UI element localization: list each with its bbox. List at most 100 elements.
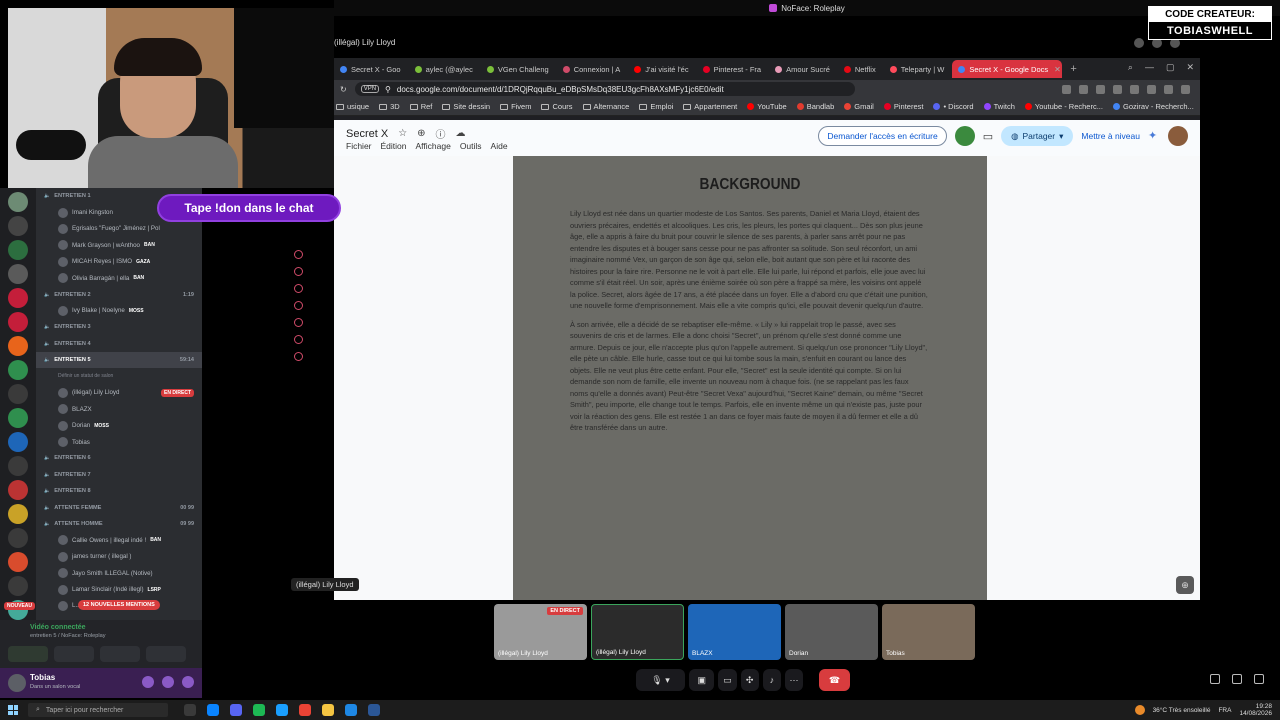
bookmark-item[interactable]: Cours — [541, 102, 573, 111]
extension-icon[interactable] — [1096, 84, 1105, 94]
video-tile[interactable]: Dorian — [785, 604, 878, 660]
menu-icon[interactable] — [1181, 84, 1190, 94]
new-tab-button[interactable]: + — [1064, 63, 1082, 75]
voice-channel[interactable]: 🔈 ENTRETIEN 8 — [36, 483, 202, 499]
account-avatar[interactable] — [1168, 126, 1188, 146]
cloud-icon[interactable]: ☁ — [456, 128, 466, 139]
task-view-icon[interactable] — [184, 704, 196, 716]
mentions-pill[interactable]: 12 NOUVELLES MENTIONS — [78, 600, 160, 610]
video-tile[interactable]: (illégal) Lily Lloyd — [591, 604, 684, 660]
server-icon[interactable] — [8, 336, 28, 356]
server-icon[interactable] — [8, 288, 28, 308]
server-icon[interactable] — [8, 408, 28, 428]
docs-menu-item[interactable]: Édition — [381, 141, 407, 151]
docs-menu-item[interactable]: Fichier — [346, 141, 372, 151]
close-button[interactable]: ✕ — [1186, 62, 1194, 73]
browser-tab[interactable]: Teleparty | W — [884, 60, 951, 78]
bookmark-item[interactable]: Site dessin — [442, 102, 490, 111]
popout-icon[interactable] — [1232, 674, 1242, 684]
browser-tab[interactable]: Netflix — [838, 60, 882, 78]
video-tile[interactable]: EN DIRECT (illégal) Lily Lloyd — [494, 604, 587, 660]
voice-channel-name[interactable]: entretien 5 / NoFace: Roleplay — [30, 633, 106, 639]
bookmark-item[interactable]: usique — [336, 102, 369, 111]
docs-menu-item[interactable]: Aide — [491, 141, 508, 151]
volume-icon[interactable] — [1210, 674, 1220, 684]
activity-icon[interactable] — [293, 250, 303, 259]
tab-close-icon[interactable]: ✕ — [1054, 65, 1061, 74]
voice-member[interactable]: Jayo Smith ILLEGAL (Notive) — [36, 565, 202, 581]
fullscreen-icon[interactable] — [1254, 674, 1264, 684]
camera-toggle-button[interactable]: ▣ — [689, 669, 715, 691]
bookmark-item[interactable]: • Discord — [933, 102, 974, 111]
server-icon[interactable] — [8, 384, 28, 404]
request-access-button[interactable]: Demander l'accès en écriture — [818, 126, 947, 146]
video-tile[interactable]: Tobias — [882, 604, 975, 660]
gemini-icon[interactable]: ✦ — [1148, 130, 1160, 142]
chrome-icon[interactable] — [299, 704, 311, 716]
url-text[interactable]: docs.google.com/document/d/1DRQjRqquBu_e… — [397, 85, 724, 94]
steam-icon[interactable] — [276, 704, 288, 716]
address-bar[interactable]: VPN ⚲ docs.google.com/document/d/1DRQjRq… — [354, 82, 855, 96]
bookmark-item[interactable]: Emploi — [639, 102, 673, 111]
server-icon[interactable] — [8, 360, 28, 380]
screen-share-toggle[interactable]: ▭ — [718, 669, 737, 691]
search-tabs-icon[interactable]: ⌕ — [1128, 62, 1133, 73]
upgrade-button[interactable]: Mettre à niveau — [1081, 131, 1140, 141]
voice-status[interactable]: Vidéo connectée — [30, 624, 86, 631]
server-icon[interactable] — [8, 480, 28, 500]
edge-icon[interactable] — [207, 704, 219, 716]
voice-channel[interactable]: 🔈 ATTENTE HOMME 09 99 — [36, 516, 202, 532]
voice-member[interactable]: Lamar Sinclair (Indé illegl) LSRP — [36, 581, 202, 597]
extension-icon[interactable] — [1147, 84, 1156, 94]
bookmark-item[interactable]: YouTube — [747, 102, 787, 111]
voice-member[interactable]: Egrisalos "Fuego" Jiménez | Pol — [36, 221, 202, 237]
server-icon[interactable] — [8, 552, 28, 572]
voice-channel[interactable]: 🔈 ENTRETIEN 5 59:14 — [36, 351, 202, 369]
info-icon[interactable]: ⓘ — [436, 126, 446, 141]
vpn-badge[interactable]: VPN — [360, 85, 380, 93]
bookmark-item[interactable]: Alternance — [582, 102, 629, 111]
browser-tab[interactable]: Secret X - Goo — [334, 60, 407, 78]
bookmark-item[interactable]: Youtube - Recherc... — [1024, 102, 1103, 111]
leave-call-button[interactable]: ☎ — [819, 669, 850, 691]
server-icon[interactable] — [8, 504, 28, 524]
voice-member[interactable]: Dorian MOSS — [36, 417, 202, 433]
activity-icon[interactable] — [293, 301, 303, 310]
bookmark-item[interactable]: Gmail — [844, 102, 874, 111]
server-icon[interactable] — [8, 192, 28, 212]
browser-tab[interactable]: J'ai visité l'éc — [628, 60, 694, 78]
share-button[interactable]: ◍ Partager ▾ — [1001, 126, 1074, 146]
soundboard-button[interactable] — [146, 646, 186, 662]
bookmark-item[interactable]: Ref — [409, 102, 432, 111]
collaborator-avatar[interactable] — [954, 126, 975, 146]
browser-tab[interactable]: Connexion | A — [557, 60, 627, 78]
mute-icon[interactable] — [142, 676, 154, 688]
bookmark-item[interactable]: Gozirav - Recherch... — [1112, 102, 1194, 111]
weather-icon[interactable] — [1134, 705, 1145, 715]
docs-menu-item[interactable]: Outils — [460, 141, 482, 151]
voice-channel[interactable]: 🔈 ENTRETIEN 7 — [36, 467, 202, 483]
activity-icon[interactable] — [293, 318, 303, 327]
download-icon[interactable] — [1164, 84, 1173, 94]
voice-channel[interactable]: 🔈 ENTRETIEN 3 — [36, 319, 202, 335]
windows-start-icon[interactable] — [8, 705, 18, 715]
extension-icon[interactable] — [1130, 84, 1139, 94]
browser-tab[interactable]: Pinterest - Fra — [697, 60, 768, 78]
bookmark-item[interactable]: Appartement — [683, 102, 737, 111]
voice-member[interactable]: MICAH Reyes | ISMO GAZA — [36, 254, 202, 270]
weather-text[interactable]: 36°C Très ensoleillé — [1153, 707, 1211, 714]
bookmark-item[interactable]: Bandlab — [796, 102, 834, 111]
soundboard-toggle[interactable]: ♪ — [762, 669, 781, 691]
activity-icon[interactable] — [293, 335, 303, 344]
server-icon[interactable] — [8, 216, 28, 236]
mic-toggle-button[interactable]: 🎙 ▾ — [636, 669, 686, 691]
voice-member[interactable]: Callie Owens | illegal indé ! BAN — [36, 532, 202, 548]
extension-icon[interactable] — [1079, 84, 1088, 94]
clock[interactable]: 19:28 14/08/2026 — [1239, 703, 1272, 717]
language-indicator[interactable]: FRA — [1218, 707, 1231, 714]
file-explorer-icon[interactable] — [322, 704, 334, 716]
docs-menu-item[interactable]: Affichage — [416, 141, 451, 151]
app-icon[interactable] — [368, 704, 380, 716]
browser-tab[interactable]: aylec (@aylec — [409, 60, 479, 78]
zoom-icon[interactable]: ⊕ — [1176, 576, 1194, 594]
